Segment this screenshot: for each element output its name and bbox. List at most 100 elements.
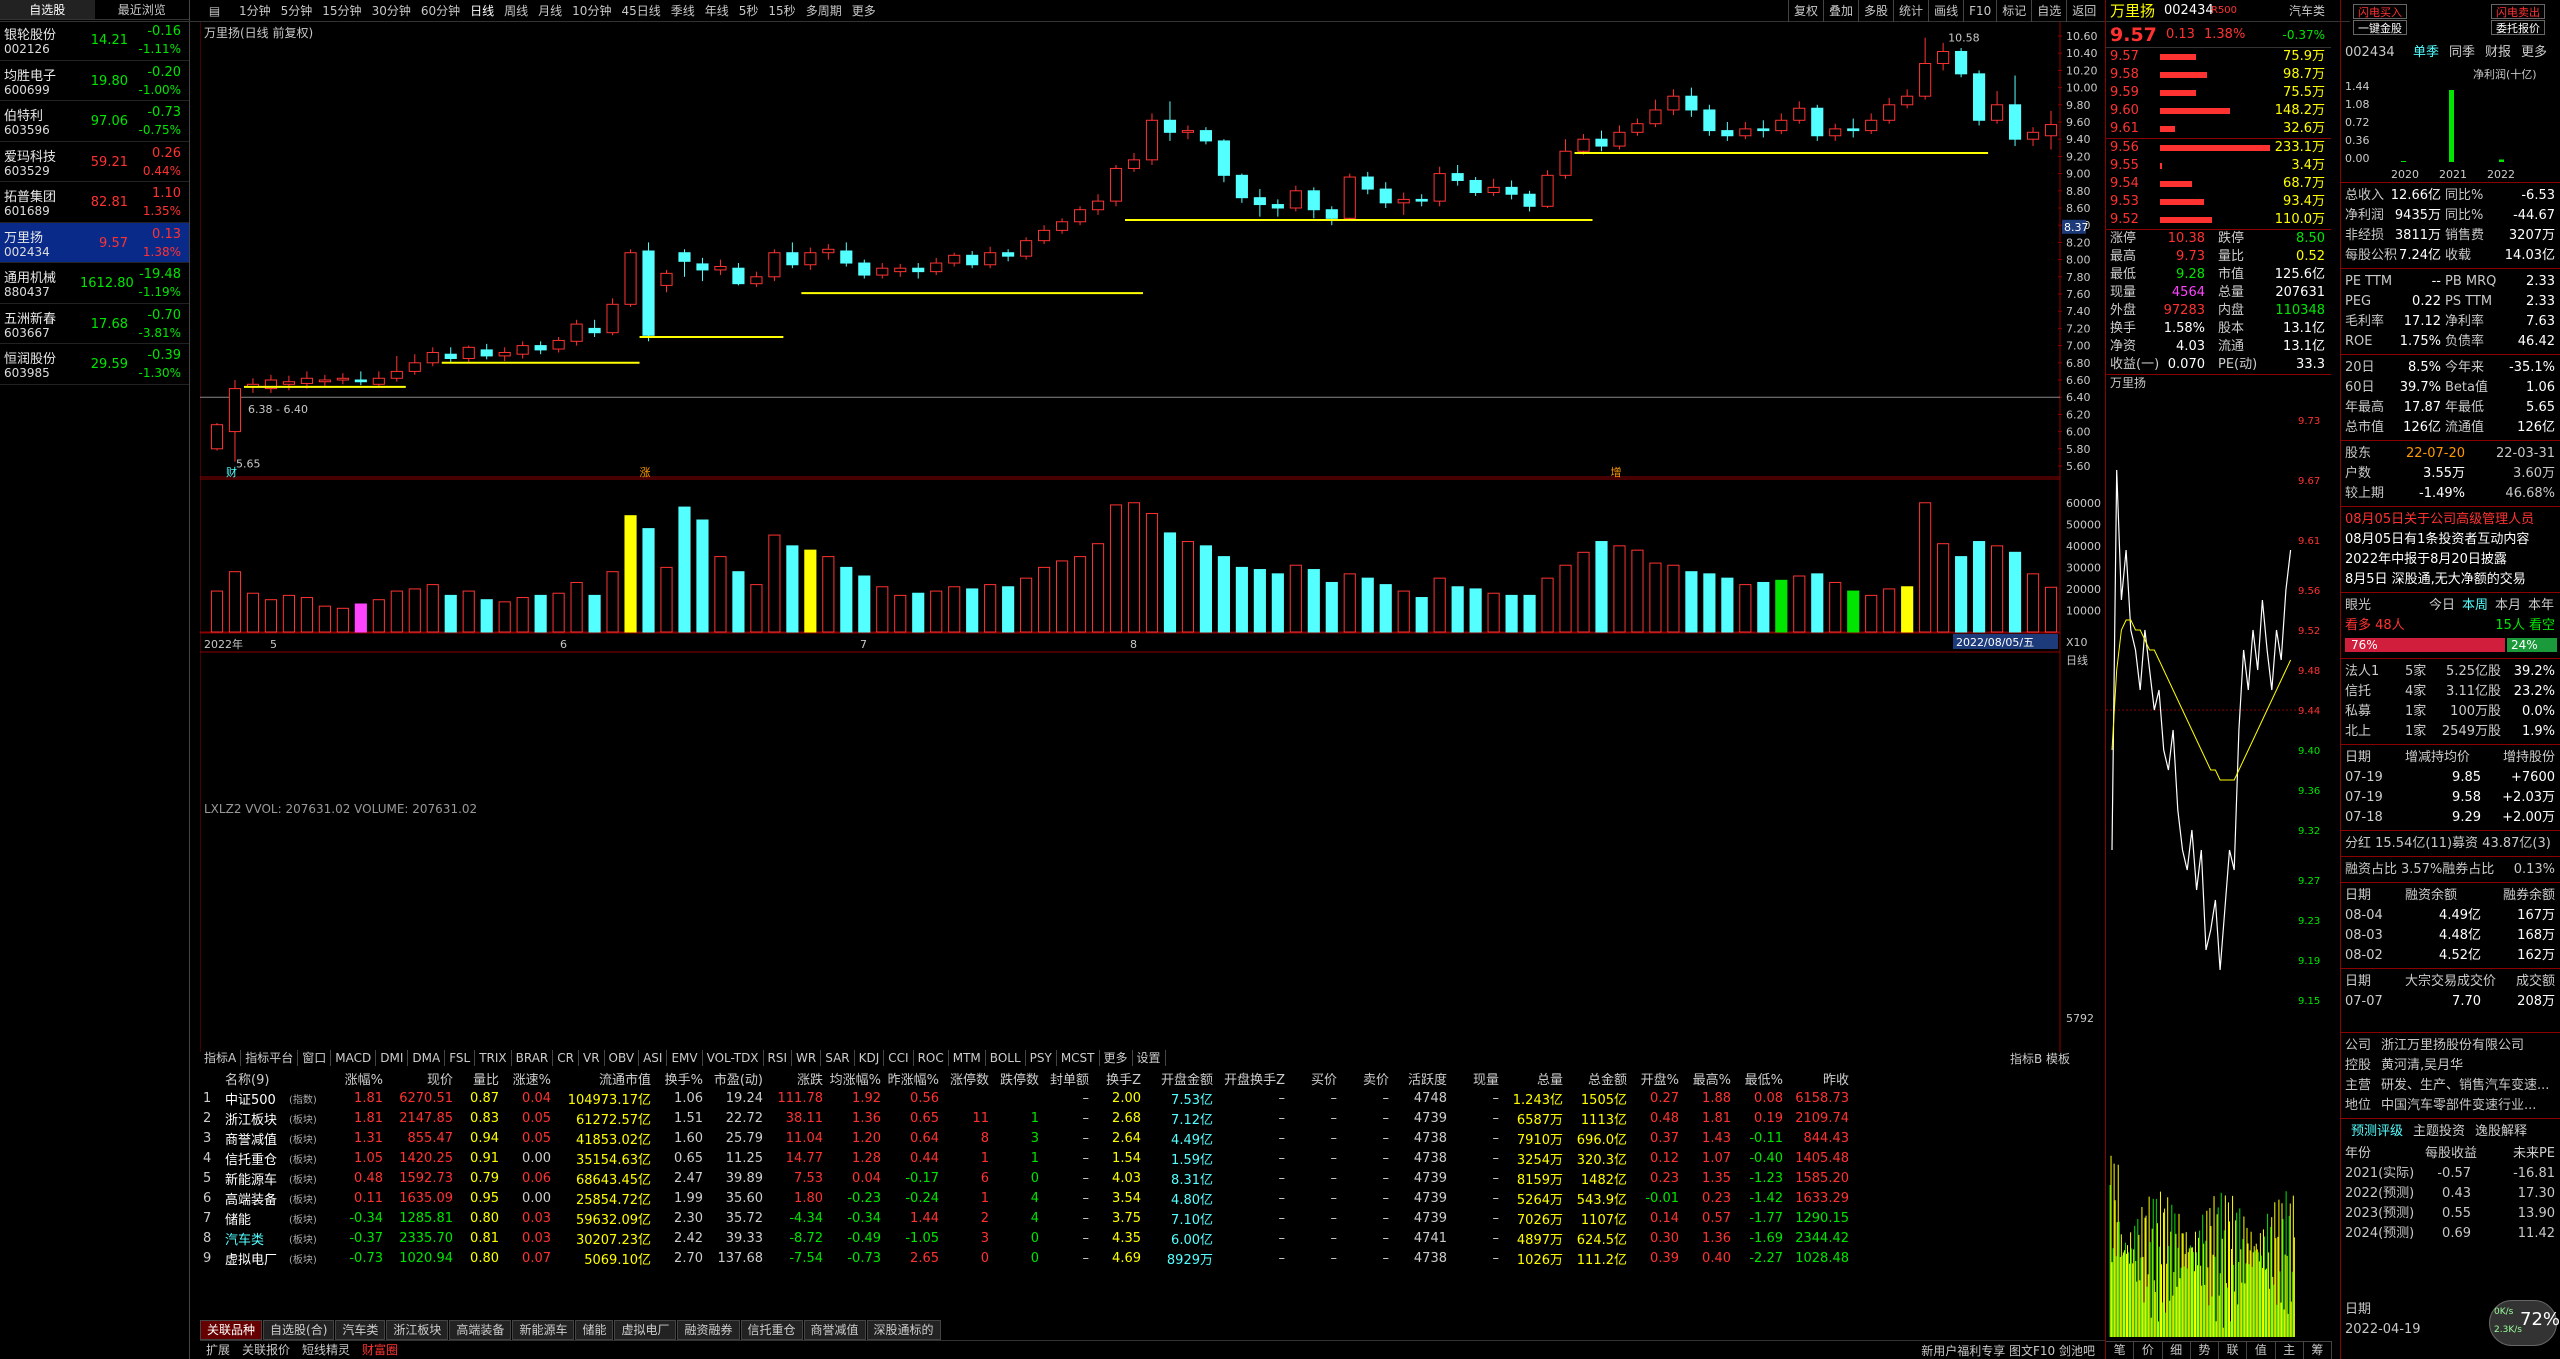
column-header[interactable]: 最高% <box>1682 1068 1734 1088</box>
column-header[interactable]: 开盘换手Z <box>1216 1068 1288 1088</box>
period-tab[interactable]: 60分钟 <box>416 0 465 22</box>
period-tab[interactable]: 季线 <box>666 0 700 22</box>
column-header[interactable] <box>286 1068 334 1088</box>
column-header[interactable]: 涨速% <box>502 1068 554 1088</box>
bottom-tab[interactable]: 信托重仓 <box>740 1320 803 1340</box>
column-header[interactable]: 名称(9) <box>222 1068 286 1088</box>
watchlist-row[interactable]: 拓普集团 601689 82.81 1.10 1.35% <box>0 182 189 223</box>
event-marker[interactable]: 增 <box>1610 465 1621 479</box>
finance-tab[interactable]: 同季 <box>2449 40 2475 66</box>
ask-row[interactable]: 9.61 32.6万 <box>2106 120 2331 138</box>
period-tab[interactable]: 5分钟 <box>276 0 318 22</box>
event-marker[interactable]: 涨 <box>640 466 651 479</box>
indicator-tab[interactable]: 设置 <box>1133 1050 1166 1066</box>
table-row[interactable]: 5 新能源车 (板块) 0.48 1592.73 0.79 0.06 68643.45亿 2.4… <box>200 1168 1852 1188</box>
ask-row[interactable]: 9.60 148.2万 <box>2106 102 2331 120</box>
bottom-tab[interactable]: 汽车类 <box>335 1320 386 1340</box>
tool-button[interactable]: F10 <box>1963 0 1996 22</box>
period-tab[interactable]: 周线 <box>499 0 533 22</box>
bid-row[interactable]: 9.53 93.4万 <box>2106 193 2331 211</box>
indicator-tab[interactable]: ASI <box>639 1050 668 1066</box>
period-tab[interactable]: 30分钟 <box>367 0 416 22</box>
bottom-tab[interactable]: 自选股(合) <box>263 1320 335 1340</box>
column-header[interactable]: 换手% <box>654 1068 706 1088</box>
eye-tab[interactable]: 本月 <box>2495 596 2521 616</box>
table-row[interactable]: 4 信托重仓 (板块) 1.05 1420.25 0.91 0.00 35154.63亿 0.6… <box>200 1148 1852 1168</box>
column-header[interactable]: 总金额 <box>1566 1068 1630 1088</box>
indicator-tab[interactable]: DMI <box>376 1050 409 1066</box>
mini-tab[interactable]: 细 <box>2163 1342 2191 1359</box>
mini-tab[interactable]: 值 <box>2247 1342 2276 1359</box>
bottom-tab[interactable]: 关联品种 <box>200 1320 263 1340</box>
quick-trade-button[interactable]: 闪电卖出 <box>2491 4 2545 19</box>
bottom-tab[interactable]: 商誉减值 <box>803 1320 866 1340</box>
column-header[interactable]: 卖价 <box>1340 1068 1392 1088</box>
indicator-tab[interactable]: VR <box>579 1050 605 1066</box>
tool-button[interactable]: 多股 <box>1858 0 1893 22</box>
column-header[interactable]: 跌停数 <box>992 1068 1042 1088</box>
column-header[interactable]: 最低% <box>1734 1068 1786 1088</box>
indicator-tab[interactable]: MCST <box>1057 1050 1100 1066</box>
quick-trade-button[interactable]: 一键金股 <box>2353 20 2407 35</box>
column-header[interactable]: 换手Z <box>1092 1068 1144 1088</box>
indicator-tab[interactable]: MACD <box>331 1050 377 1066</box>
news-item[interactable]: 08月05日有1条投资者互动内容 <box>2345 530 2559 550</box>
sector-name[interactable]: 汽车类 <box>2289 0 2325 22</box>
column-header[interactable]: 开盘金额 <box>1144 1068 1216 1088</box>
indicator-tab[interactable]: CR <box>553 1050 579 1066</box>
column-header[interactable]: 市盈(动) <box>706 1068 766 1088</box>
column-header[interactable]: 现价 <box>386 1068 456 1088</box>
period-tab[interactable]: 年线 <box>700 0 734 22</box>
status-item[interactable]: 扩展 <box>206 1343 230 1357</box>
indicator-tab[interactable]: OBV <box>605 1050 640 1066</box>
watchlist-row[interactable]: 伯特利 603596 97.06 -0.73 -0.75% <box>0 101 189 142</box>
table-row[interactable]: 1 中证500 (指数) 1.81 6270.51 0.87 0.04 104973.17亿 1… <box>200 1088 1852 1108</box>
table-row[interactable]: 7 储能 (板块) -0.34 1285.81 0.80 0.03 59632.09亿 2.30… <box>200 1208 1852 1228</box>
column-header[interactable]: 涨停数 <box>942 1068 992 1088</box>
forecast-tab[interactable]: 逸股解释 <box>2475 1122 2527 1142</box>
bottom-tab[interactable]: 深股通标的 <box>866 1320 941 1340</box>
column-header[interactable]: 开盘% <box>1630 1068 1682 1088</box>
table-row[interactable]: 6 高端装备 (板块) 0.11 1635.09 0.95 0.00 25854.72亿 1.9… <box>200 1188 1852 1208</box>
bid-row[interactable]: 9.56 233.1万 <box>2106 139 2331 157</box>
mini-tab[interactable]: 主 <box>2276 1342 2304 1359</box>
tool-button[interactable]: 标记 <box>1996 0 2031 22</box>
tool-button[interactable]: 自选 <box>2031 0 2066 22</box>
quick-trade-button[interactable]: 闪电买入 <box>2353 4 2407 19</box>
period-tab[interactable]: 1分钟 <box>234 0 276 22</box>
period-tab[interactable]: 15分钟 <box>317 0 366 22</box>
column-header[interactable]: 总量 <box>1502 1068 1566 1088</box>
period-tab[interactable]: 10分钟 <box>567 0 616 22</box>
quick-trade-button[interactable]: 委托报价 <box>2491 20 2545 35</box>
column-header[interactable] <box>200 1068 222 1088</box>
column-header[interactable]: 流通市值 <box>554 1068 654 1088</box>
period-tab[interactable]: 45日线 <box>616 0 665 22</box>
column-header[interactable]: 涨幅% <box>334 1068 386 1088</box>
tool-button[interactable]: 复权 <box>1788 0 1823 22</box>
tool-button[interactable]: 叠加 <box>1823 0 1858 22</box>
table-row[interactable]: 3 商誉减值 (板块) 1.31 855.47 0.94 0.05 41853.02亿 1.60… <box>200 1128 1852 1148</box>
bottom-tab[interactable]: 高端装备 <box>449 1320 512 1340</box>
indicator-tab[interactable]: MTM <box>949 1050 986 1066</box>
status-right[interactable]: 新用户福利专享 图文F10 剑池吧 <box>1921 1342 2095 1359</box>
column-header[interactable]: 现量 <box>1450 1068 1502 1088</box>
news-item[interactable]: 08月05日关于公司高级管理人员 <box>2345 510 2559 530</box>
table-row[interactable]: 9 虚拟电厂 (板块) -0.73 1020.94 0.80 0.07 5069.10亿 2.7… <box>200 1248 1852 1268</box>
period-tab[interactable]: 月线 <box>533 0 567 22</box>
network-speed-widget[interactable]: 72% 0K/s 2.3K/s <box>2489 1300 2560 1346</box>
indicator-tab[interactable]: TRIX <box>475 1050 512 1066</box>
eye-tab[interactable]: 本年 <box>2528 596 2554 616</box>
status-item[interactable]: 短线精灵 <box>302 1343 350 1357</box>
indicator-tab[interactable]: VOL-TDX <box>703 1050 764 1066</box>
bottom-tab[interactable]: 虚拟电厂 <box>614 1320 677 1340</box>
event-marker[interactable]: 财 <box>226 465 237 479</box>
finance-tab[interactable]: 财报 <box>2485 40 2511 66</box>
column-header[interactable]: 昨收 <box>1786 1068 1852 1088</box>
table-row[interactable]: 8 汽车类 (板块) -0.37 2335.70 0.81 0.03 30207.23亿 2.4… <box>200 1228 1852 1248</box>
period-tab[interactable]: 日线 <box>465 0 499 22</box>
indicator-tab[interactable]: EMV <box>667 1050 703 1066</box>
period-tab[interactable]: 多周期 <box>801 0 847 22</box>
watchlist-row[interactable]: 五洲新春 603667 17.68 -0.70 -3.81% <box>0 304 189 344</box>
watchlist-row[interactable]: 万里扬 002434 9.57 0.13 1.38% <box>0 222 189 263</box>
indicator-tab[interactable]: SAR <box>821 1050 855 1066</box>
